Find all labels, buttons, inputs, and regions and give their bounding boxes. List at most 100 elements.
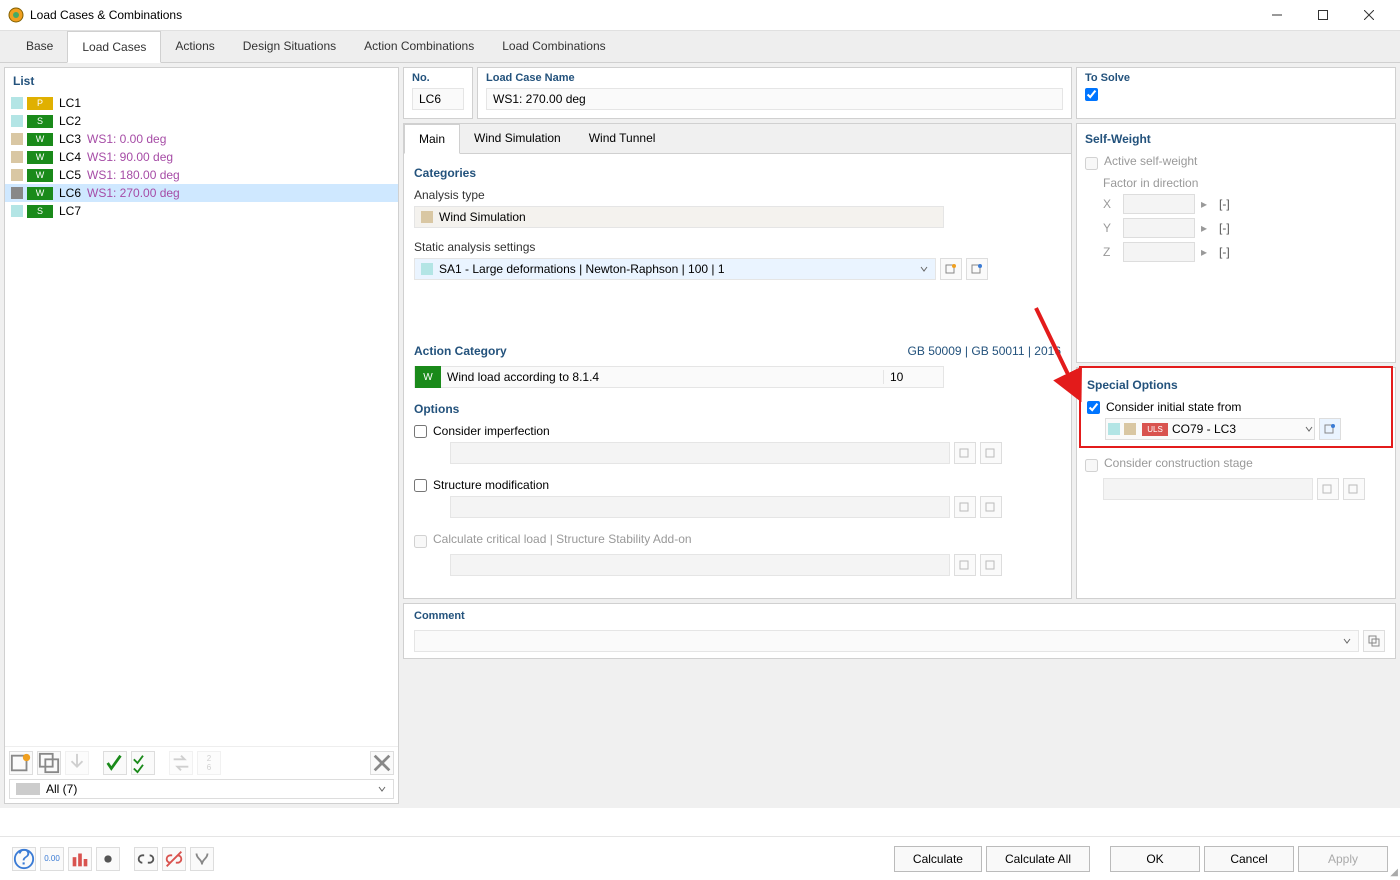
list-item-lc4[interactable]: WLC4WS1: 90.00 deg (5, 148, 398, 166)
no-field: No. LC6 (403, 67, 473, 119)
list-item-lc6[interactable]: WLC6WS1: 270.00 deg (5, 184, 398, 202)
unlink-button[interactable] (162, 847, 186, 871)
name-input[interactable]: WS1: 270.00 deg (486, 88, 1063, 110)
critical-new-button (954, 554, 976, 576)
initial-state-checkbox[interactable] (1087, 401, 1100, 414)
new-item-button[interactable] (9, 751, 33, 775)
lc-id: LC3 (55, 132, 85, 146)
list-item-lc3[interactable]: WLC3WS1: 0.00 deg (5, 130, 398, 148)
w-badge: W (415, 366, 441, 388)
lc-desc: WS1: 270.00 deg (87, 186, 180, 200)
maximize-button[interactable] (1300, 0, 1346, 30)
highlight-box: Special Options Consider initial state f… (1079, 366, 1393, 448)
calculate-button[interactable]: Calculate (894, 846, 982, 872)
close-button[interactable] (1346, 0, 1392, 30)
copy-item-button[interactable] (37, 751, 61, 775)
resize-grip[interactable]: ◢ (1390, 867, 1398, 878)
chip-icon (11, 151, 23, 163)
solve-field: To Solve (1076, 67, 1396, 119)
swap-button[interactable] (169, 751, 193, 775)
self-weight-panel: Self-Weight Active self-weight Factor in… (1076, 123, 1396, 363)
subtab-wind-tunnel[interactable]: Wind Tunnel (575, 124, 670, 153)
factor-x-input (1123, 194, 1195, 214)
app-icon (8, 7, 24, 23)
critical-combo (450, 554, 950, 576)
special-options-title: Special Options (1087, 378, 1385, 392)
comment-copy-button[interactable] (1363, 630, 1385, 652)
lc-id: LC2 (55, 114, 85, 128)
list-filter[interactable]: All (7) (9, 779, 394, 799)
imperfection-edit-button[interactable] (980, 442, 1002, 464)
category-badge: W (27, 169, 53, 182)
structure-checkbox[interactable] (414, 479, 427, 492)
link-button[interactable] (134, 847, 158, 871)
cancel-button[interactable]: Cancel (1204, 846, 1294, 872)
comment-input[interactable] (414, 630, 1359, 652)
subtab-wind-simulation[interactable]: Wind Simulation (460, 124, 575, 153)
critical-checkbox (414, 535, 427, 548)
chevron-down-icon (377, 784, 387, 794)
subtab-main[interactable]: Main (404, 124, 460, 154)
analysis-type-combo[interactable]: Wind Simulation (414, 206, 944, 228)
name-label: Load Case Name (486, 72, 1063, 84)
structure-edit-button[interactable] (980, 496, 1002, 518)
self-weight-title: Self-Weight (1085, 132, 1387, 146)
calculate-all-button[interactable]: Calculate All (986, 846, 1090, 872)
analysis-type-label: Analysis type (414, 188, 1061, 202)
units-button[interactable]: 0.00 (40, 847, 64, 871)
list-item-lc2[interactable]: SLC2 (5, 112, 398, 130)
number-button[interactable]: 26 (197, 751, 221, 775)
tab-load-cases[interactable]: Load Cases (67, 31, 161, 63)
imperfection-checkbox[interactable] (414, 425, 427, 438)
edit-settings-button[interactable] (966, 258, 988, 280)
list-item-lc5[interactable]: WLC5WS1: 180.00 deg (5, 166, 398, 184)
combo-swatch-1 (1108, 423, 1120, 435)
category-badge: W (27, 133, 53, 146)
list-title: List (5, 68, 398, 94)
ok-button[interactable]: OK (1110, 846, 1200, 872)
structure-new-button[interactable] (954, 496, 976, 518)
options-title: Options (414, 402, 1061, 416)
list-item-lc1[interactable]: PLC1 (5, 94, 398, 112)
delete-button[interactable] (370, 751, 394, 775)
initial-state-edit-button[interactable] (1319, 418, 1341, 440)
minimize-button[interactable] (1254, 0, 1300, 30)
imperfection-new-button[interactable] (954, 442, 976, 464)
main-tabstrip: Base Load Cases Actions Design Situation… (0, 30, 1400, 63)
svg-text:?: ? (18, 848, 30, 870)
structure-combo[interactable] (450, 496, 950, 518)
static-settings-combo[interactable]: SA1 - Large deformations | Newton-Raphso… (414, 258, 936, 280)
no-input[interactable]: LC6 (412, 88, 464, 110)
list-item-lc7[interactable]: SLC7 (5, 202, 398, 220)
imperfection-label: Consider imperfection (433, 424, 550, 438)
tab-base[interactable]: Base (12, 31, 67, 62)
construction-new-button (1317, 478, 1339, 500)
category-badge: W (27, 151, 53, 164)
chip-icon (11, 133, 23, 145)
action-category-combo[interactable]: W Wind load according to 8.1.4 10 (414, 366, 944, 388)
lc-desc: WS1: 90.00 deg (87, 150, 173, 164)
chart-button[interactable] (68, 847, 92, 871)
dot-button[interactable] (96, 847, 120, 871)
new-settings-button[interactable] (940, 258, 962, 280)
check-button[interactable] (103, 751, 127, 775)
import-button[interactable] (65, 751, 89, 775)
factor-y-input (1123, 218, 1195, 238)
load-case-list[interactable]: PLC1SLC2WLC3WS1: 0.00 degWLC4WS1: 90.00 … (5, 94, 398, 746)
script-button[interactable] (190, 847, 214, 871)
construction-combo (1103, 478, 1313, 500)
imperfection-combo[interactable] (450, 442, 950, 464)
lc-desc: WS1: 0.00 deg (87, 132, 166, 146)
lc-id: LC7 (55, 204, 85, 218)
construction-checkbox (1085, 459, 1098, 472)
tab-design-situations[interactable]: Design Situations (229, 31, 350, 62)
tab-actions[interactable]: Actions (161, 31, 228, 62)
tab-load-combinations[interactable]: Load Combinations (488, 31, 619, 62)
solve-checkbox[interactable] (1085, 88, 1098, 101)
help-button[interactable]: ? (12, 847, 36, 871)
active-selfweight-label: Active self-weight (1104, 154, 1197, 168)
multi-check-button[interactable] (131, 751, 155, 775)
list-panel: List PLC1SLC2WLC3WS1: 0.00 degWLC4WS1: 9… (4, 67, 399, 804)
initial-state-combo[interactable]: ULS CO79 - LC3 (1105, 418, 1315, 440)
tab-action-combinations[interactable]: Action Combinations (350, 31, 488, 62)
